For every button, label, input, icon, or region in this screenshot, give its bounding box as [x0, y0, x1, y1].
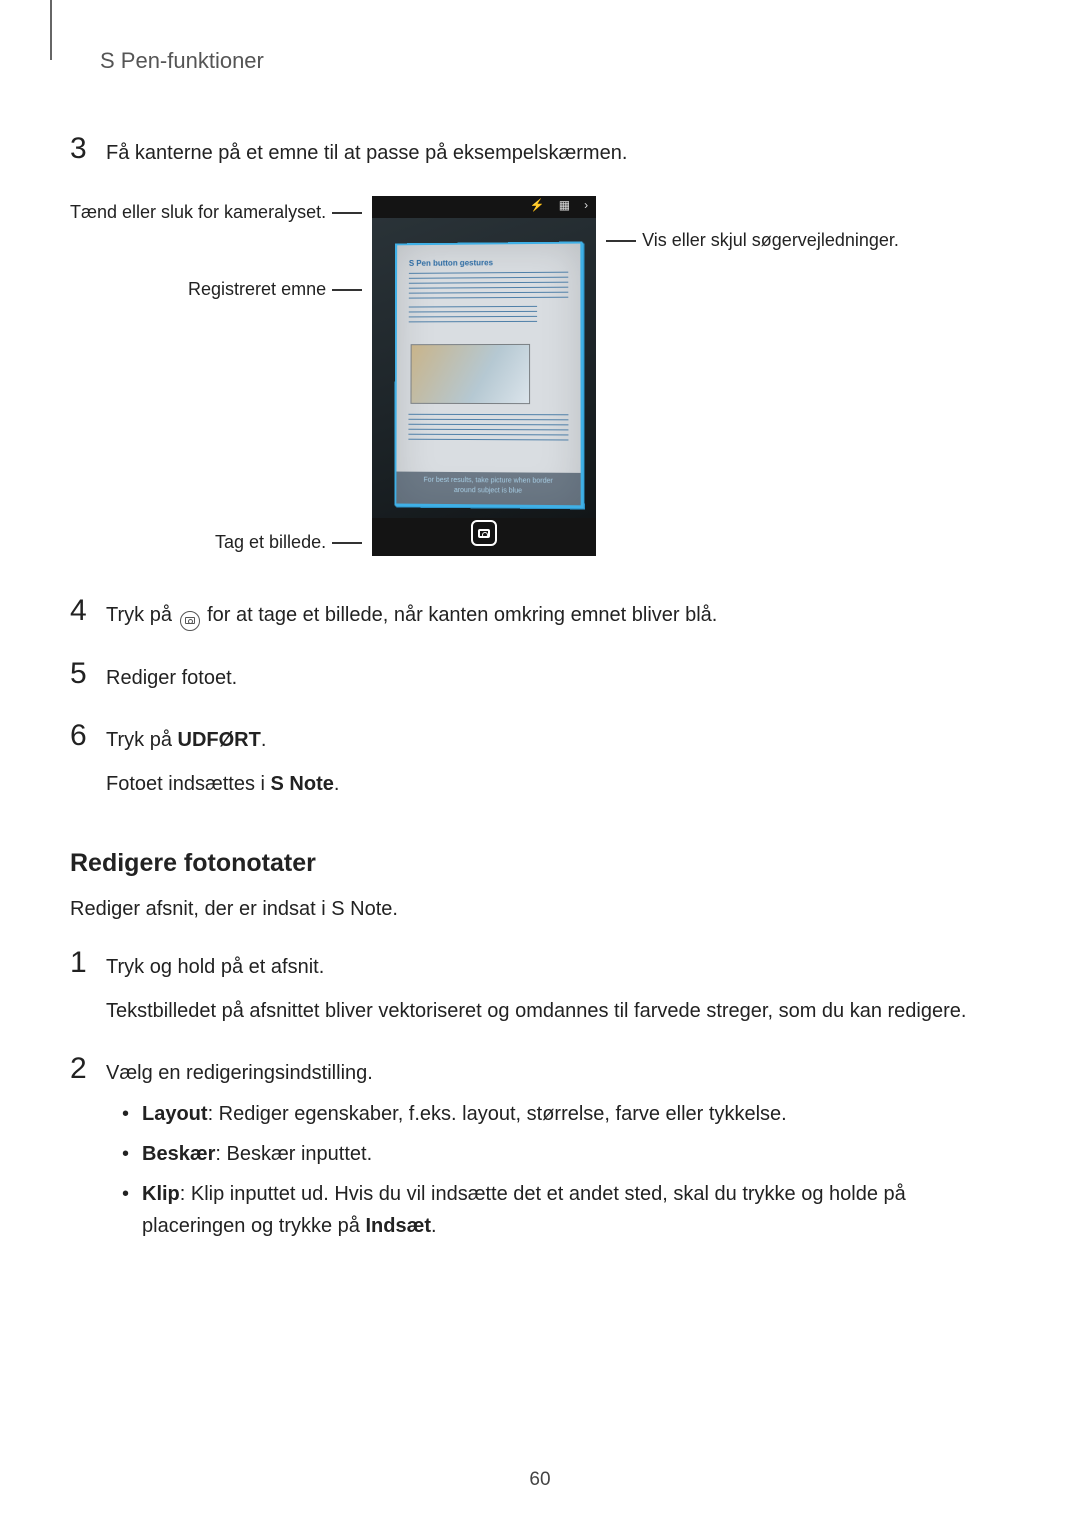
- hint-line2: around subject is blue: [396, 485, 580, 496]
- text: .: [334, 773, 340, 795]
- text: Fotoet indsættes i: [106, 773, 271, 795]
- step-number: 6: [70, 721, 102, 799]
- left-callouts: Tænd eller sluk for kameralyset. Registr…: [70, 196, 372, 556]
- callout-leader: [332, 212, 362, 214]
- doc-image: [411, 344, 531, 404]
- text: : Rediger egenskaber, f.eks. layout, stø…: [208, 1103, 787, 1125]
- section-title: S Pen-funktioner: [100, 48, 1000, 74]
- step-4: 4 Tryk på for at tage et billede, når ka…: [70, 596, 1000, 631]
- step-text: Tryk på UDFØRT. Fotoet indsættes i S Not…: [106, 721, 339, 799]
- detected-document-frame: S Pen button gestures For best results, …: [394, 242, 582, 508]
- doc-paragraph: [409, 272, 568, 299]
- camera-viewfinder: S Pen button gestures For best results, …: [372, 218, 596, 518]
- text: : Beskær inputtet.: [215, 1143, 372, 1165]
- callout-subject: Registreret emne: [188, 279, 326, 300]
- intro-paragraph: Rediger afsnit, der er indsat i S Note.: [70, 894, 1000, 924]
- text-strong: S Note: [271, 773, 334, 795]
- text: : Klip inputtet ud. Hvis du vil indsætte…: [142, 1183, 906, 1237]
- callout-leader: [332, 542, 362, 544]
- camera-icon: [180, 611, 200, 631]
- phone-screenshot: ⚡ ▦ › S Pen button gestures For best res…: [372, 196, 596, 556]
- step-b1: 1 Tryk og hold på et afsnit. Tekstbilled…: [70, 948, 1000, 1026]
- camera-icon: [478, 529, 490, 538]
- list-item: Klip: Klip inputtet ud. Hvis du vil inds…: [106, 1178, 1000, 1242]
- step-number: 5: [70, 659, 102, 693]
- doc-heading: S Pen button gestures: [409, 258, 493, 268]
- text-strong: Beskær: [142, 1143, 215, 1165]
- callout-leader: [332, 289, 362, 291]
- callout-capture: Tag et billede.: [215, 532, 326, 553]
- callout-flash: Tænd eller sluk for kameralyset.: [70, 202, 326, 223]
- text: .: [261, 729, 267, 751]
- step-5: 5 Rediger fotoet.: [70, 659, 1000, 693]
- step-number: 1: [70, 948, 102, 1026]
- step-b2: 2 Vælg en redigeringsindstilling. Layout…: [70, 1054, 1000, 1250]
- step-3: 3 Få kanterne på et emne til at passe på…: [70, 134, 1000, 168]
- list-item: Layout: Rediger egenskaber, f.eks. layou…: [106, 1098, 1000, 1130]
- step-text: Rediger fotoet.: [106, 659, 237, 693]
- text-strong: Indsæt: [365, 1215, 431, 1237]
- flash-icon[interactable]: ⚡: [530, 198, 545, 212]
- right-callouts: Vis eller skjul søgervejledninger.: [596, 196, 899, 556]
- phone-status-bar: ⚡ ▦ ›: [372, 196, 596, 214]
- step-text: Vælg en redigeringsindstilling. Layout: …: [106, 1054, 1000, 1250]
- text: for at tage et billede, når kanten omkri…: [207, 604, 717, 626]
- figure: Tænd eller sluk for kameralyset. Registr…: [70, 196, 1000, 556]
- page-number: 60: [0, 1469, 1080, 1491]
- text-strong: Layout: [142, 1103, 208, 1125]
- text: Vælg en redigeringsindstilling.: [106, 1058, 1000, 1088]
- text: Tryk på: [106, 729, 178, 751]
- hint-line1: For best results, take picture when bord…: [396, 476, 580, 487]
- text-strong: UDFØRT: [178, 729, 261, 751]
- callout-leader: [606, 240, 636, 242]
- step-text: Tryk og hold på et afsnit. Tekstbilledet…: [106, 948, 966, 1026]
- camera-hint-banner: For best results, take picture when bord…: [396, 472, 580, 506]
- step-6: 6 Tryk på UDFØRT. Fotoet indsættes i S N…: [70, 721, 1000, 799]
- bullet-list: Layout: Rediger egenskaber, f.eks. layou…: [106, 1098, 1000, 1242]
- step-number: 4: [70, 596, 102, 631]
- chevron-right-icon[interactable]: ›: [584, 198, 588, 212]
- step-number: 2: [70, 1054, 102, 1250]
- text: .: [431, 1215, 437, 1237]
- step-text: Tryk på for at tage et billede, når kant…: [106, 596, 717, 631]
- grid-icon[interactable]: ▦: [559, 198, 570, 212]
- doc-paragraph: [409, 306, 537, 323]
- step-number: 3: [70, 134, 102, 168]
- text: Tryk på: [106, 604, 178, 626]
- subheading: Redigere fotonotater: [70, 849, 1000, 878]
- callout-guides: Vis eller skjul søgervejledninger.: [642, 230, 899, 251]
- doc-paragraph: [408, 414, 568, 445]
- shutter-button[interactable]: [471, 520, 497, 546]
- header-rule: [50, 0, 52, 60]
- text-strong: Klip: [142, 1183, 180, 1205]
- step-text: Få kanterne på et emne til at passe på e…: [106, 134, 627, 168]
- text: Tryk og hold på et afsnit.: [106, 952, 966, 982]
- text: Tekstbilledet på afsnittet bliver vektor…: [106, 996, 966, 1026]
- list-item: Beskær: Beskær inputtet.: [106, 1138, 1000, 1170]
